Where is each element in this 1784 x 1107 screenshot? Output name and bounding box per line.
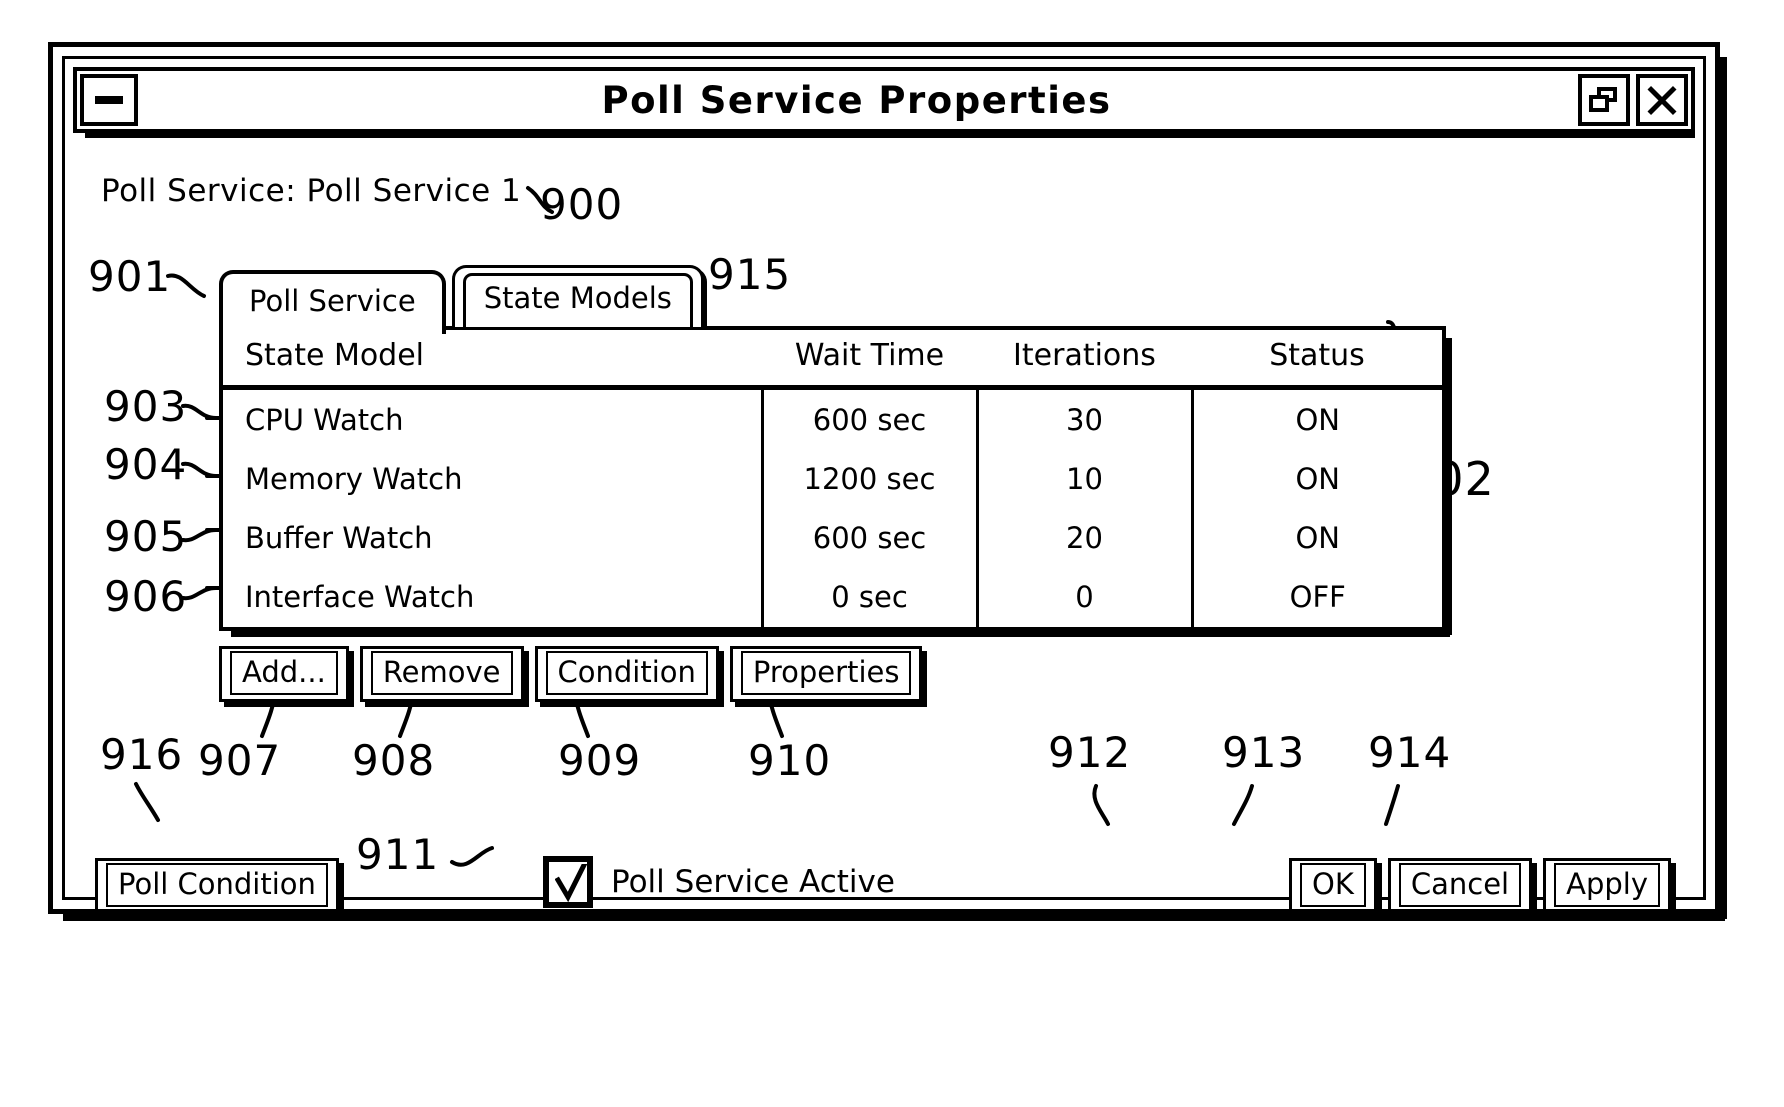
condition-button-label: Condition	[545, 651, 708, 695]
ref-numeral-910: 910	[748, 736, 832, 785]
ref-numeral-905: 905	[104, 512, 188, 561]
remove-button-label: Remove	[370, 651, 513, 695]
tab-state-models-label: State Models	[462, 273, 693, 327]
ref-numeral-914: 914	[1368, 728, 1452, 777]
table-row[interactable]: Buffer Watch 600 sec 20 ON	[223, 508, 1442, 568]
tab-poll-service-label: Poll Service	[249, 284, 416, 318]
ref-numeral-908: 908	[352, 736, 436, 785]
cell-wait-time: 0 sec	[760, 567, 977, 627]
table-action-buttons: Add... Remove Condition Properties	[219, 646, 933, 702]
condition-button[interactable]: Condition	[534, 646, 719, 702]
cell-wait-time: 1200 sec	[760, 449, 977, 509]
remove-button[interactable]: Remove	[359, 646, 524, 702]
cell-state-model: Buffer Watch	[245, 521, 433, 556]
ref-numeral-903: 903	[104, 382, 188, 431]
cell-wait-time: 600 sec	[760, 387, 977, 450]
cell-iterations: 0	[975, 567, 1192, 627]
tab-poll-service[interactable]: Poll Service	[219, 270, 446, 334]
column-header-wait-time[interactable]: Wait Time	[762, 330, 977, 390]
ref-numeral-904: 904	[104, 440, 188, 489]
ref-numeral-915: 915	[708, 250, 792, 299]
state-models-table: State Model Wait Time Iterations Status …	[223, 330, 1442, 627]
cell-state-model: Memory Watch	[245, 462, 463, 497]
table-row[interactable]: Memory Watch 1200 sec 10 ON	[223, 449, 1442, 509]
ref-numeral-911: 911	[356, 830, 440, 879]
ref-numeral-916: 916	[100, 730, 184, 779]
tab-strip: Poll Service State Models	[219, 265, 704, 334]
add-button-label: Add...	[230, 651, 338, 695]
ref-numeral-909: 909	[558, 736, 642, 785]
state-models-table-panel: State Model Wait Time Iterations Status …	[219, 326, 1452, 637]
cell-wait-time: 600 sec	[760, 508, 977, 568]
column-header-status[interactable]: Status	[1192, 330, 1442, 390]
cell-status: ON	[1190, 387, 1442, 450]
table-row[interactable]: Interface Watch 0 sec 0 OFF	[223, 567, 1442, 627]
cell-status: ON	[1190, 449, 1442, 509]
ref-numeral-907: 907	[198, 736, 282, 785]
table-header-row: State Model Wait Time Iterations Status	[223, 330, 1442, 390]
cell-iterations: 20	[975, 508, 1192, 568]
cell-status: OFF	[1190, 567, 1442, 627]
ref-numeral-901: 901	[88, 252, 172, 301]
column-header-state-model[interactable]: State Model	[223, 330, 762, 390]
cell-iterations: 30	[975, 387, 1192, 450]
ref-numeral-913: 913	[1222, 728, 1306, 777]
tab-state-models[interactable]: State Models	[451, 265, 704, 327]
properties-button-label: Properties	[740, 651, 912, 695]
ref-numeral-900: 900	[540, 180, 624, 229]
patent-figure: Poll Service Properties Poll Service: Po…	[0, 0, 1784, 1107]
ref-numeral-906: 906	[104, 572, 188, 621]
cell-iterations: 10	[975, 449, 1192, 509]
cell-state-model: Interface Watch	[245, 580, 475, 615]
column-header-iterations[interactable]: Iterations	[977, 330, 1192, 390]
properties-button[interactable]: Properties	[729, 646, 923, 702]
ref-numeral-912: 912	[1048, 728, 1132, 777]
cell-status: ON	[1190, 508, 1442, 568]
add-button[interactable]: Add...	[219, 646, 349, 702]
cell-state-model: CPU Watch	[245, 402, 404, 437]
table-row[interactable]: CPU Watch 600 sec 30 ON	[223, 387, 1442, 450]
